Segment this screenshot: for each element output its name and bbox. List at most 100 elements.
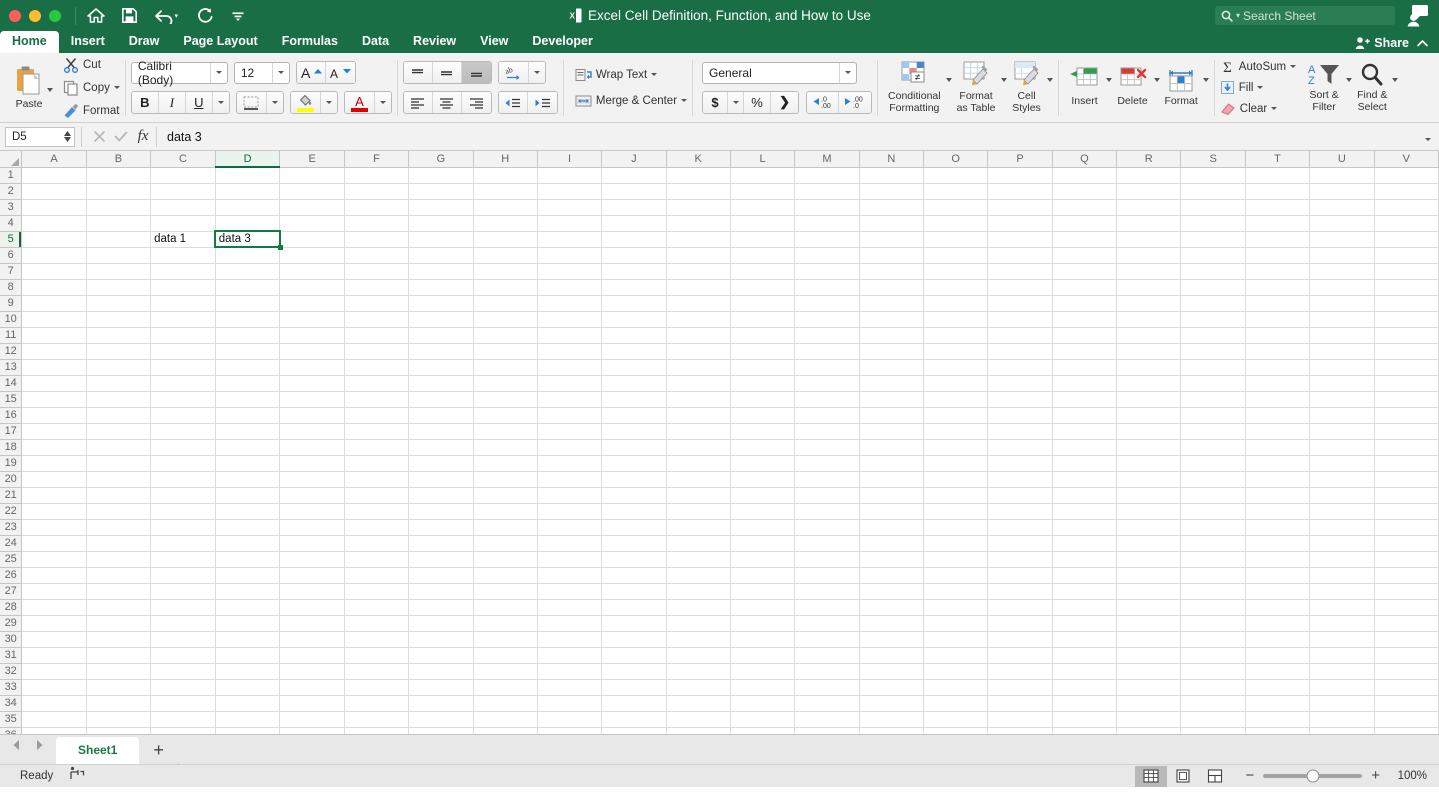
row-header-10[interactable]: 10 — [0, 311, 23, 328]
cell-D7[interactable] — [215, 263, 281, 280]
cell-U6[interactable] — [1309, 247, 1375, 264]
row-header-27[interactable]: 27 — [0, 583, 23, 600]
cell-N15[interactable] — [859, 391, 924, 408]
cell-J20[interactable] — [601, 471, 667, 488]
cell-A31[interactable] — [21, 647, 87, 664]
cell-Q14[interactable] — [1052, 375, 1118, 392]
cell-E18[interactable] — [279, 439, 345, 456]
find-select-dropdown-icon[interactable] — [1392, 77, 1399, 82]
cell-J16[interactable] — [601, 407, 667, 424]
cell-C31[interactable] — [150, 647, 216, 664]
cell-J3[interactable] — [601, 199, 667, 216]
cell-E13[interactable] — [279, 359, 345, 376]
cell-B6[interactable] — [86, 247, 152, 264]
cell-M13[interactable] — [794, 359, 860, 376]
cell-S6[interactable] — [1180, 247, 1246, 264]
cell-G23[interactable] — [408, 519, 474, 536]
cell-M28[interactable] — [794, 599, 860, 616]
cell-L31[interactable] — [730, 647, 796, 664]
cell-H14[interactable] — [473, 375, 538, 392]
cell-I16[interactable] — [537, 407, 603, 424]
cell-V18[interactable] — [1374, 439, 1439, 456]
cell-M4[interactable] — [794, 215, 860, 232]
cell-P10[interactable] — [987, 311, 1053, 328]
orientation-button[interactable]: ab — [498, 62, 529, 83]
cell-N36[interactable] — [859, 727, 924, 734]
cell-D30[interactable] — [215, 631, 281, 648]
cell-I30[interactable] — [537, 631, 603, 648]
cell-A15[interactable] — [21, 391, 87, 408]
cell-B14[interactable] — [86, 375, 152, 392]
cell-I17[interactable] — [537, 423, 603, 440]
cell-C6[interactable] — [150, 247, 216, 264]
orientation-dropdown-icon[interactable] — [528, 62, 545, 83]
cell-R35[interactable] — [1116, 711, 1182, 728]
cell-I31[interactable] — [537, 647, 603, 664]
cell-D4[interactable] — [215, 215, 281, 232]
cell-U11[interactable] — [1309, 327, 1375, 344]
cell-C20[interactable] — [150, 471, 216, 488]
cell-A29[interactable] — [21, 615, 87, 632]
cell-V24[interactable] — [1374, 535, 1439, 552]
column-header-r[interactable]: R — [1116, 151, 1182, 168]
number-format-select[interactable]: General — [702, 61, 858, 84]
cell-C4[interactable] — [150, 215, 216, 232]
cell-A5[interactable] — [21, 231, 87, 248]
add-sheet-button[interactable]: + — [139, 741, 178, 764]
cell-R5[interactable] — [1116, 231, 1182, 248]
cell-J10[interactable] — [601, 311, 667, 328]
cell-M6[interactable] — [794, 247, 860, 264]
row-header-28[interactable]: 28 — [0, 599, 23, 616]
cell-D34[interactable] — [215, 695, 281, 712]
cell-A27[interactable] — [21, 583, 87, 600]
cell-R4[interactable] — [1116, 215, 1182, 232]
cell-E20[interactable] — [279, 471, 345, 488]
cell-D11[interactable] — [215, 327, 281, 344]
cell-K34[interactable] — [666, 695, 731, 712]
cell-R14[interactable] — [1116, 375, 1182, 392]
cell-P2[interactable] — [987, 183, 1053, 200]
cell-Q35[interactable] — [1052, 711, 1118, 728]
cell-V35[interactable] — [1374, 711, 1439, 728]
cell-Q32[interactable] — [1052, 663, 1118, 680]
cell-M11[interactable] — [794, 327, 860, 344]
cell-V27[interactable] — [1374, 583, 1439, 600]
cell-U25[interactable] — [1309, 551, 1375, 568]
cell-O2[interactable] — [923, 183, 989, 200]
cell-M15[interactable] — [794, 391, 860, 408]
cell-D36[interactable] — [215, 727, 281, 734]
cell-C28[interactable] — [150, 599, 216, 616]
cell-D21[interactable] — [215, 487, 281, 504]
zoom-slider-knob[interactable] — [1306, 769, 1320, 783]
cell-S26[interactable] — [1180, 567, 1246, 584]
cell-P6[interactable] — [987, 247, 1053, 264]
cell-P12[interactable] — [987, 343, 1053, 360]
cell-C15[interactable] — [150, 391, 216, 408]
cell-Q3[interactable] — [1052, 199, 1118, 216]
cell-I8[interactable] — [537, 279, 603, 296]
cell-P19[interactable] — [987, 455, 1053, 472]
cell-O26[interactable] — [923, 567, 989, 584]
cell-Q25[interactable] — [1052, 551, 1118, 568]
cell-D23[interactable] — [215, 519, 281, 536]
cell-F22[interactable] — [344, 503, 410, 520]
cell-N18[interactable] — [859, 439, 924, 456]
cell-Q19[interactable] — [1052, 455, 1118, 472]
cell-D20[interactable] — [215, 471, 281, 488]
cell-R31[interactable] — [1116, 647, 1182, 664]
cell-C7[interactable] — [150, 263, 216, 280]
cell-A34[interactable] — [21, 695, 87, 712]
underline-dropdown-icon[interactable] — [212, 92, 229, 113]
cell-C12[interactable] — [150, 343, 216, 360]
cell-O6[interactable] — [923, 247, 989, 264]
tab-insert[interactable]: Insert — [59, 31, 117, 53]
cell-S25[interactable] — [1180, 551, 1246, 568]
cell-K29[interactable] — [666, 615, 731, 632]
cell-G8[interactable] — [408, 279, 474, 296]
cell-H2[interactable] — [473, 183, 538, 200]
cell-D18[interactable] — [215, 439, 281, 456]
font-size-dropdown-icon[interactable] — [271, 62, 289, 83]
cell-L1[interactable] — [730, 167, 796, 184]
cell-I19[interactable] — [537, 455, 603, 472]
cell-I1[interactable] — [537, 167, 603, 184]
